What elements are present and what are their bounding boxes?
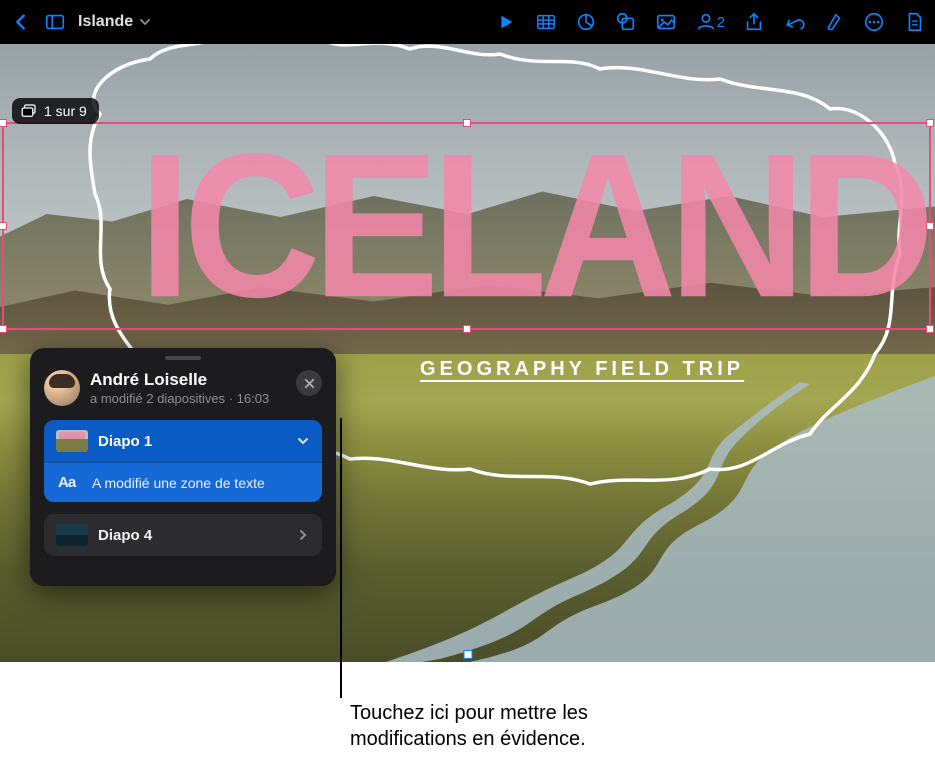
slide-thumb-icon bbox=[56, 524, 88, 546]
bg-river bbox=[380, 374, 935, 662]
document-icon[interactable] bbox=[903, 11, 925, 33]
undo-icon[interactable] bbox=[783, 11, 805, 33]
more-icon[interactable] bbox=[863, 11, 885, 33]
callout-leader-line bbox=[340, 418, 342, 698]
change-text: A modifié une zone de texte bbox=[92, 475, 265, 491]
collab-count: 2 bbox=[717, 14, 725, 31]
table-icon[interactable] bbox=[535, 11, 557, 33]
author-subtitle: a modifié 2 diapositives · 16:03 bbox=[90, 391, 286, 406]
change-group-diapo-4: Diapo 4 bbox=[44, 514, 322, 556]
share-icon[interactable] bbox=[743, 11, 765, 33]
change-group-header[interactable]: Diapo 4 bbox=[44, 514, 322, 556]
chevron-right-icon bbox=[296, 528, 310, 542]
text-change-icon: Aa bbox=[58, 474, 80, 491]
change-group-header[interactable]: Diapo 1 bbox=[44, 420, 322, 462]
author-name: André Loiselle bbox=[90, 370, 286, 390]
change-group-label: Diapo 1 bbox=[98, 433, 286, 450]
back-icon[interactable] bbox=[10, 11, 32, 33]
slide-counter-badge[interactable]: 1 sur 9 bbox=[12, 98, 99, 124]
document-title[interactable]: Islande bbox=[78, 13, 151, 31]
shape-icon[interactable] bbox=[615, 11, 637, 33]
callout-text: Touchez ici pour mettre les modification… bbox=[350, 700, 588, 752]
avatar bbox=[44, 370, 80, 406]
activity-header: André Loiselle a modifié 2 diapositives … bbox=[44, 370, 322, 406]
slide-canvas[interactable]: ICELAND GEOGRAPHY FIELD TRIP 1 sur 9 And… bbox=[0, 44, 935, 662]
activity-panel: André Loiselle a modifié 2 diapositives … bbox=[30, 348, 336, 586]
document-title-text: Islande bbox=[78, 13, 133, 31]
slide-thumb-icon bbox=[56, 430, 88, 452]
play-icon[interactable] bbox=[495, 11, 517, 33]
slides-icon bbox=[20, 102, 38, 120]
chart-icon[interactable] bbox=[575, 11, 597, 33]
format-icon[interactable] bbox=[823, 11, 845, 33]
collaborate-icon[interactable]: 2 bbox=[695, 11, 725, 33]
change-group-label: Diapo 4 bbox=[98, 527, 286, 544]
change-row[interactable]: Aa A modifié une zone de texte bbox=[44, 462, 322, 502]
close-button[interactable] bbox=[296, 370, 322, 396]
chevron-down-icon bbox=[296, 434, 310, 448]
chevron-down-icon bbox=[139, 16, 151, 28]
toolbar: Islande 2 bbox=[0, 0, 935, 44]
selection-handle[interactable] bbox=[463, 650, 472, 659]
media-icon[interactable] bbox=[655, 11, 677, 33]
panel-grabber[interactable] bbox=[165, 356, 201, 360]
change-group-diapo-1: Diapo 1 Aa A modifié une zone de texte bbox=[44, 420, 322, 502]
close-icon bbox=[304, 378, 315, 389]
slide-counter-text: 1 sur 9 bbox=[44, 103, 87, 119]
sidebar-icon[interactable] bbox=[44, 11, 66, 33]
subtitle: GEOGRAPHY FIELD TRIP bbox=[420, 358, 744, 381]
